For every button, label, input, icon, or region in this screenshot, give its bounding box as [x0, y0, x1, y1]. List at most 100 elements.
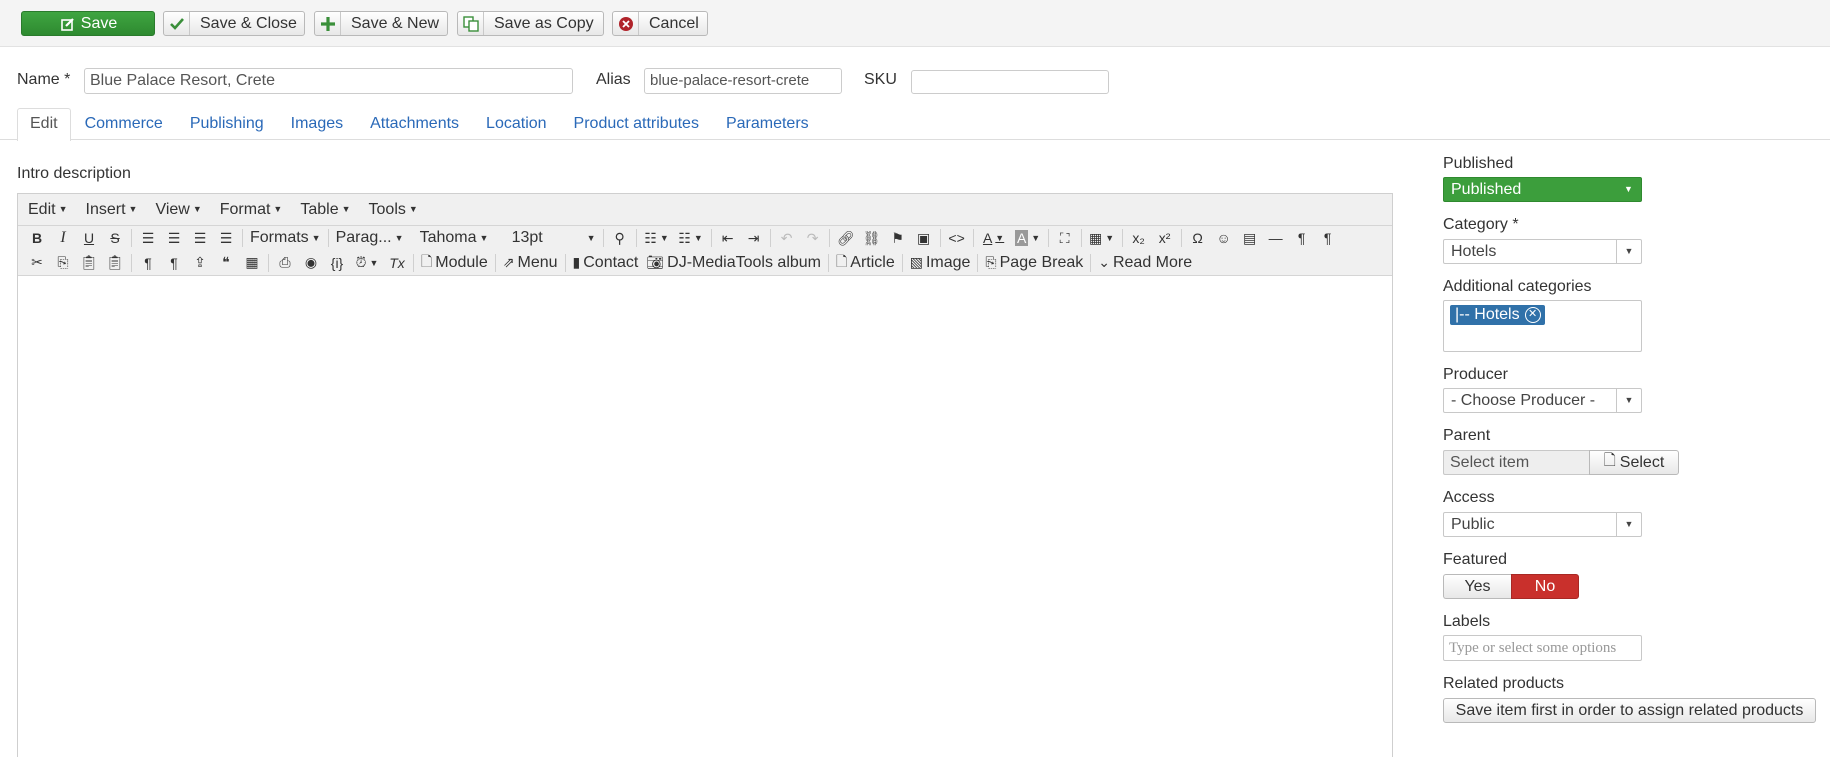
underline-icon[interactable]: U: [76, 227, 102, 249]
tab-product-attributes[interactable]: Product attributes: [561, 108, 712, 140]
menu-edit[interactable]: Edit ▼: [28, 201, 68, 219]
page-break-button[interactable]: ⎘ Page Break: [981, 254, 1087, 272]
featured-yes-button[interactable]: Yes: [1443, 574, 1511, 599]
editor-content-area[interactable]: [18, 278, 1392, 757]
parent-select-button[interactable]: 🗋︎ Select: [1589, 450, 1679, 475]
nonbreaking-icon[interactable]: ¶: [161, 252, 187, 274]
image-button[interactable]: ▧ Image: [906, 254, 975, 272]
fullscreen-icon[interactable]: ⛶: [1052, 227, 1078, 249]
ltr-icon[interactable]: ¶: [1289, 227, 1315, 249]
font-family-dropdown[interactable]: Tahoma ▼: [416, 229, 508, 247]
show-blocks-icon[interactable]: ¶: [135, 252, 161, 274]
address-book-icon: ▮: [572, 254, 581, 270]
module-button[interactable]: 🗋︎ Module: [417, 251, 492, 275]
rtl-icon[interactable]: ¶: [1315, 227, 1341, 249]
save-button[interactable]: Save: [21, 11, 155, 36]
bullet-list-icon[interactable]: ☷ ▼: [640, 227, 674, 249]
cut-icon[interactable]: ✂: [24, 252, 50, 274]
producer-select[interactable]: - Choose Producer - ▼: [1443, 388, 1642, 413]
insert-image-icon[interactable]: ▣: [911, 227, 937, 249]
horizontal-rule-icon[interactable]: —: [1263, 227, 1289, 249]
sku-input[interactable]: [911, 70, 1109, 94]
redo-icon[interactable]: ↷: [800, 227, 826, 249]
assign-related-products-button[interactable]: Save item first in order to assign relat…: [1443, 698, 1816, 723]
preview-icon[interactable]: ◉: [298, 252, 324, 274]
save-new-button[interactable]: Save & New: [314, 11, 448, 36]
tab-commerce[interactable]: Commerce: [72, 108, 176, 140]
editor-menubar: Edit ▼ Insert ▼ View ▼ Format ▼ Table ▼ Tools…: [18, 194, 1392, 226]
italic-icon[interactable]: I: [50, 227, 76, 249]
align-left-icon[interactable]: ☰: [135, 227, 161, 249]
strikethrough-icon[interactable]: S: [102, 227, 128, 249]
undo-icon[interactable]: ↶: [774, 227, 800, 249]
read-more-button[interactable]: ⌄ Read More: [1094, 254, 1196, 272]
numbered-list-icon[interactable]: ☷ ▼: [674, 227, 708, 249]
outdent-icon[interactable]: ⇤: [715, 227, 741, 249]
bold-icon[interactable]: B: [24, 227, 50, 249]
save-close-button[interactable]: Save & Close: [163, 11, 305, 36]
align-center-icon[interactable]: ☰: [161, 227, 187, 249]
article-button[interactable]: 🗋︎ Article: [832, 251, 899, 275]
category-chip: |-- Hotels ✕: [1450, 305, 1545, 325]
template-icon[interactable]: ▦: [239, 252, 265, 274]
access-select[interactable]: Public ▼: [1443, 512, 1642, 537]
upload-icon[interactable]: ⇪: [187, 252, 213, 274]
special-character-icon[interactable]: Ω: [1185, 227, 1211, 249]
emoticons-icon[interactable]: ☺: [1211, 227, 1237, 249]
paragraph-dropdown[interactable]: Parag... ▼: [332, 229, 416, 247]
background-color-icon[interactable]: A ▼: [1011, 227, 1045, 249]
tab-publishing[interactable]: Publishing: [177, 108, 277, 140]
text-color-icon[interactable]: A ▼: [977, 227, 1011, 249]
find-replace-icon[interactable]: ⚲: [607, 227, 633, 249]
paste-text-icon[interactable]: 📋︎: [102, 252, 128, 274]
tab-edit[interactable]: Edit: [17, 108, 71, 141]
menu-button[interactable]: ⇗ Menu: [499, 254, 562, 272]
insert-time-icon[interactable]: ⏰︎ ▼: [350, 252, 384, 274]
font-size-dropdown[interactable]: 13pt ▼: [508, 229, 600, 247]
contact-button[interactable]: ▮ Contact: [569, 254, 643, 272]
code-sample-icon[interactable]: {i}: [324, 252, 350, 274]
media-icon[interactable]: ▤: [1237, 227, 1263, 249]
alias-input[interactable]: blue-palace-resort-crete: [644, 68, 842, 94]
toolbar: Save Save & Close Save & New Save as Cop…: [0, 0, 1830, 47]
remove-chip-icon[interactable]: ✕: [1524, 307, 1541, 323]
unlink-icon[interactable]: ⛓: [859, 227, 885, 249]
save-as-copy-button[interactable]: Save as Copy: [457, 11, 604, 36]
blockquote-icon[interactable]: ❝: [213, 252, 239, 274]
subscript-icon[interactable]: x₂: [1126, 227, 1152, 249]
parent-input[interactable]: Select item: [1443, 450, 1590, 475]
code-icon[interactable]: <>: [944, 227, 970, 249]
additional-categories-input[interactable]: |-- Hotels ✕: [1443, 300, 1642, 352]
tab-parameters[interactable]: Parameters: [713, 108, 822, 140]
menu-format[interactable]: Format ▼: [220, 201, 283, 219]
copy-icon[interactable]: ⎘: [50, 252, 76, 274]
featured-no-button[interactable]: No: [1511, 574, 1579, 599]
tab-location[interactable]: Location: [473, 108, 560, 140]
tab-images[interactable]: Images: [278, 108, 356, 140]
camera-icon: 📷︎: [646, 254, 665, 270]
labels-input[interactable]: Type or select some options: [1443, 635, 1642, 661]
print-icon[interactable]: ⎙: [272, 252, 298, 274]
formats-dropdown[interactable]: Formats ▼: [246, 229, 325, 247]
menu-view[interactable]: View ▼: [155, 201, 201, 219]
tab-attachments[interactable]: Attachments: [357, 108, 472, 140]
menu-insert[interactable]: Insert ▼: [86, 201, 138, 219]
featured-label: Featured: [1443, 551, 1508, 568]
table-icon[interactable]: ▦ ▼: [1085, 227, 1119, 249]
clear-formatting-icon[interactable]: Tx: [384, 252, 410, 274]
menu-tools[interactable]: Tools ▼: [369, 201, 418, 219]
paste-icon[interactable]: 📋︎: [76, 252, 102, 274]
align-right-icon[interactable]: ☰: [187, 227, 213, 249]
link-icon[interactable]: 🔗︎: [833, 227, 859, 249]
cancel-button[interactable]: Cancel: [612, 11, 708, 36]
published-select[interactable]: Published ▼: [1443, 177, 1642, 202]
menu-table[interactable]: Table ▼: [300, 201, 350, 219]
indent-icon[interactable]: ⇥: [741, 227, 767, 249]
align-justify-icon[interactable]: ☰: [213, 227, 239, 249]
name-input[interactable]: Blue Palace Resort, Crete: [84, 68, 573, 94]
superscript-icon[interactable]: x²: [1152, 227, 1178, 249]
djmediatools-album-button[interactable]: 📷︎ DJ-MediaTools album: [642, 254, 825, 272]
category-select[interactable]: Hotels ▼: [1443, 239, 1642, 264]
document-plus-icon: 🗋︎: [421, 252, 433, 269]
anchor-icon[interactable]: ⚑: [885, 227, 911, 249]
